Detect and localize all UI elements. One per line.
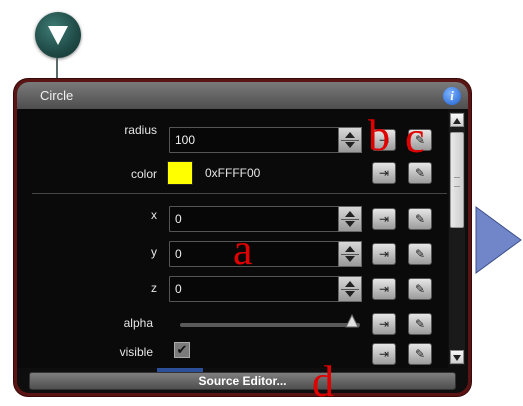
link-in-icon: ⇥ — [378, 347, 390, 361]
z-stepper[interactable] — [338, 276, 362, 302]
visible-checkbox[interactable]: ✔ — [174, 342, 190, 358]
alpha-link-button[interactable]: ⇥ — [372, 313, 396, 335]
pin-icon: ✎ — [414, 282, 426, 296]
next-arrow-icon[interactable] — [474, 205, 523, 275]
vertical-scrollbar[interactable] — [449, 112, 465, 365]
chevron-down-icon — [453, 355, 461, 361]
link-in-icon: ⇥ — [378, 247, 390, 261]
x-input[interactable]: 0 — [169, 206, 341, 232]
x-link-button[interactable]: ⇥ — [372, 208, 396, 230]
radius-input[interactable]: 100 — [169, 127, 341, 153]
alpha-slider-thumb[interactable] — [345, 314, 359, 328]
triangle-down-icon — [48, 26, 68, 45]
pin-icon: ✎ — [414, 212, 426, 226]
panel-title: Circle — [40, 88, 74, 103]
visible-label: visible — [119, 345, 153, 359]
scroll-thumb[interactable] — [450, 132, 464, 228]
alpha-pin-button[interactable]: ✎ — [408, 313, 432, 335]
z-input[interactable]: 0 — [169, 276, 341, 302]
node-connector[interactable] — [35, 12, 81, 58]
color-pin-button[interactable]: ✎ — [408, 162, 432, 184]
pin-icon: ✎ — [414, 166, 426, 180]
link-in-icon: ⇥ — [378, 166, 390, 180]
y-label: y — [151, 245, 157, 259]
annotation-d: d — [312, 357, 334, 406]
z-pin-button[interactable]: ✎ — [408, 278, 432, 300]
link-in-icon: ⇥ — [378, 212, 390, 226]
color-value: 0xFFFF00 — [205, 166, 261, 180]
pin-icon: ✎ — [414, 317, 426, 331]
z-label: z — [151, 281, 157, 295]
y-stepper[interactable] — [338, 241, 362, 267]
panel-titlebar[interactable]: Circle i — [17, 82, 468, 109]
alpha-label: alpha — [123, 316, 153, 330]
x-pin-button[interactable]: ✎ — [408, 208, 432, 230]
annotation-b: b — [368, 111, 390, 160]
radius-label: radius — [124, 123, 157, 137]
chevron-up-icon — [453, 118, 461, 124]
z-link-button[interactable]: ⇥ — [372, 278, 396, 300]
radius-stepper[interactable] — [338, 127, 362, 153]
pin-icon: ✎ — [414, 347, 426, 361]
annotation-a: a — [233, 225, 253, 274]
y-input[interactable]: 0 — [169, 241, 341, 267]
link-in-icon: ⇥ — [378, 317, 390, 331]
color-label: color — [130, 167, 157, 181]
visible-link-button[interactable]: ⇥ — [372, 343, 396, 365]
color-link-button[interactable]: ⇥ — [372, 162, 396, 184]
color-swatch[interactable] — [167, 161, 193, 185]
scroll-grip — [454, 177, 460, 187]
scroll-up-button[interactable] — [450, 113, 464, 127]
alpha-slider-track[interactable] — [180, 323, 360, 327]
y-pin-button[interactable]: ✎ — [408, 243, 432, 265]
visible-pin-button[interactable]: ✎ — [408, 343, 432, 365]
node-stem — [56, 58, 58, 80]
checkmark-icon: ✔ — [176, 342, 188, 357]
pin-icon: ✎ — [414, 247, 426, 261]
divider — [32, 193, 447, 194]
y-link-button[interactable]: ⇥ — [372, 243, 396, 265]
scroll-down-button[interactable] — [450, 350, 464, 364]
x-stepper[interactable] — [338, 206, 362, 232]
info-icon[interactable]: i — [443, 87, 461, 105]
x-label: x — [151, 208, 157, 222]
annotation-c: c — [405, 113, 425, 162]
link-in-icon: ⇥ — [378, 282, 390, 296]
source-editor-button[interactable]: Source Editor... — [29, 372, 456, 390]
